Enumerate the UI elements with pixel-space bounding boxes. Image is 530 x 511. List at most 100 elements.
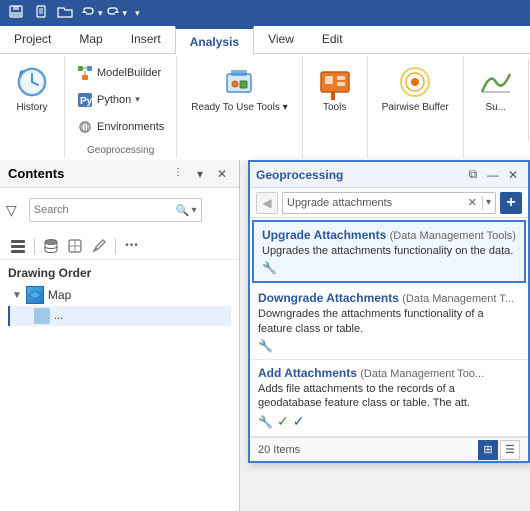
check-blue-icon: ✓ — [293, 413, 305, 430]
ready-to-use-label: Ready To Use Tools ▾ — [191, 102, 287, 114]
python-button[interactable]: Py Python ▾ — [73, 90, 168, 110]
geoprocessing-panel: Geoprocessing ⧉ — ✕ ◀ Upgrade attachment… — [248, 160, 530, 463]
pairwise-buffer-label: Pairwise Buffer — [382, 102, 449, 114]
geoprocessing-title: Geoprocessing — [256, 168, 464, 182]
tab-view[interactable]: View — [254, 25, 308, 53]
redo-arrow[interactable]: ▾ — [123, 8, 128, 19]
gp-result-source-3: (Data Management Too... — [360, 368, 484, 380]
tools-button[interactable]: Tools — [311, 60, 359, 118]
database-icon[interactable] — [41, 236, 61, 256]
list-view-icon[interactable] — [8, 236, 28, 256]
gp-result-title-3: Add Attachments — [258, 366, 357, 380]
contents-panel-icons: ⫶ ▾ ✕ — [169, 165, 231, 183]
contents-title: Contents — [8, 166, 169, 181]
drawing-order-section: Drawing Order ▼ Map ... — [0, 260, 239, 328]
close-icon[interactable]: ✕ — [213, 165, 231, 183]
gp-search-text: Upgrade attachments — [287, 197, 468, 209]
search-dropdown-icon[interactable]: ▾ — [191, 205, 196, 216]
gp-result-title-row: Add Attachments (Data Management Too... — [258, 366, 520, 380]
search-input[interactable] — [34, 204, 176, 216]
gp-result-item[interactable]: Downgrade Attachments (Data Management T… — [250, 285, 528, 360]
gp-footer-count: 20 Items — [258, 444, 300, 456]
surface-icon — [478, 64, 514, 100]
pin-icon[interactable]: ⫶ — [169, 165, 187, 183]
map-layer-icon — [26, 286, 44, 304]
undo-redo-group[interactable]: ▾ ▾ — [80, 6, 127, 20]
gp-back-icon[interactable]: ◀ — [256, 192, 278, 214]
drawing-order-label: Drawing Order — [8, 266, 231, 280]
gp-minimize-icon[interactable]: — — [484, 166, 502, 184]
tools-icon — [317, 64, 353, 100]
open-icon[interactable] — [56, 5, 74, 22]
environments-icon — [77, 119, 93, 135]
ribbon-group-tools: Tools — [303, 56, 368, 158]
polygon-icon[interactable] — [65, 236, 85, 256]
ribbon: ▾ ▾ ▾ Project Map Insert Analysis View E… — [0, 0, 530, 160]
gp-result-item[interactable]: Add Attachments (Data Management Too... … — [250, 360, 528, 438]
redo-icon[interactable] — [105, 6, 121, 20]
quick-access-toolbar: ▾ ▾ ▾ — [0, 0, 530, 26]
tab-insert[interactable]: Insert — [117, 25, 175, 53]
menu-icon[interactable]: ▾ — [191, 165, 209, 183]
gp-restore-icon[interactable]: ⧉ — [464, 166, 482, 184]
modelbuilder-label: ModelBuilder — [97, 67, 161, 79]
tab-edit[interactable]: Edit — [308, 25, 357, 53]
tools-label: Tools — [323, 102, 346, 114]
gp-search-dropdown-icon[interactable]: ▾ — [486, 197, 491, 208]
contents-panel: Contents ⫶ ▾ ✕ ▽ 🔍 ▾ — [0, 160, 240, 511]
surface-button[interactable]: Su... — [472, 60, 520, 118]
tab-project[interactable]: Project — [0, 25, 65, 53]
sub-layer-icon — [34, 308, 50, 324]
ribbon-group-tools-sub: ModelBuilder Py Python ▾ — [65, 56, 177, 158]
search-bar: 🔍 ▾ — [29, 198, 202, 222]
pairwise-buffer-button[interactable]: Pairwise Buffer — [376, 60, 455, 118]
undo-arrow[interactable]: ▾ — [98, 8, 103, 19]
svg-text:Py: Py — [80, 96, 93, 107]
tab-map[interactable]: Map — [65, 25, 116, 53]
history-label: History — [16, 102, 47, 114]
new-icon[interactable] — [34, 5, 50, 22]
group-label-geoprocessing: Geoprocessing — [65, 145, 176, 156]
expand-arrow-icon[interactable]: ▼ — [12, 290, 22, 301]
small-buttons-col: ModelBuilder Py Python ▾ — [73, 60, 168, 140]
environments-button[interactable]: Environments — [73, 117, 168, 137]
ready-to-use-icon — [221, 64, 257, 100]
modelbuilder-button[interactable]: ModelBuilder — [73, 63, 168, 83]
gp-footer-icons: ⊞ ☰ — [478, 440, 520, 460]
gp-header-icons: ⧉ — ✕ — [464, 166, 522, 184]
gp-add-button[interactable]: + — [500, 192, 522, 214]
history-button[interactable]: History — [8, 60, 56, 118]
sub-layer-label: ... — [54, 310, 63, 322]
gp-result-item[interactable]: Upgrade Attachments (Data Management Too… — [252, 220, 526, 283]
main-area: Contents ⫶ ▾ ✕ ▽ 🔍 ▾ — [0, 160, 530, 511]
save-icon[interactable] — [8, 5, 24, 19]
map-item[interactable]: ▼ Map — [8, 284, 231, 306]
ribbon-group-surface: Su... — [464, 56, 528, 158]
filter-icon[interactable]: ▽ — [6, 202, 17, 219]
gp-search-clear-icon[interactable]: ✕ — [468, 196, 477, 209]
gp-result-actions-2: 🔧 — [258, 339, 520, 353]
gp-result-title-row: Downgrade Attachments (Data Management T… — [258, 291, 520, 305]
tab-analysis[interactable]: Analysis — [175, 26, 254, 54]
filter-search-row: ▽ 🔍 ▾ — [0, 188, 239, 232]
surface-label: Su... — [485, 102, 506, 114]
pencil-icon[interactable] — [89, 236, 109, 256]
ribbon-content: History ModelBuilder — [0, 54, 530, 160]
gp-result-desc-1: Upgrades the attachments functionality o… — [262, 244, 516, 258]
ribbon-group-history: History — [0, 56, 65, 158]
gp-search-bar[interactable]: Upgrade attachments ✕ ▾ — [282, 192, 496, 214]
sub-map-item[interactable]: ... — [8, 306, 231, 326]
qat-customize[interactable]: ▾ — [135, 8, 140, 19]
gp-close-icon[interactable]: ✕ — [504, 166, 522, 184]
list-view-footer-icon[interactable]: ☰ — [500, 440, 520, 460]
gp-result-title-2: Downgrade Attachments — [258, 291, 399, 305]
more-icon[interactable]: ••• — [122, 236, 142, 256]
ready-to-use-button[interactable]: Ready To Use Tools ▾ — [185, 60, 293, 118]
wrench-icon-1: 🔧 — [262, 261, 277, 275]
environments-label: Environments — [97, 121, 164, 133]
gp-result-title-1: Upgrade Attachments — [262, 228, 386, 242]
history-icon — [14, 64, 50, 100]
grid-view-icon[interactable]: ⊞ — [478, 440, 498, 460]
toolbar-sep-1 — [34, 238, 35, 254]
undo-icon[interactable] — [80, 6, 96, 20]
